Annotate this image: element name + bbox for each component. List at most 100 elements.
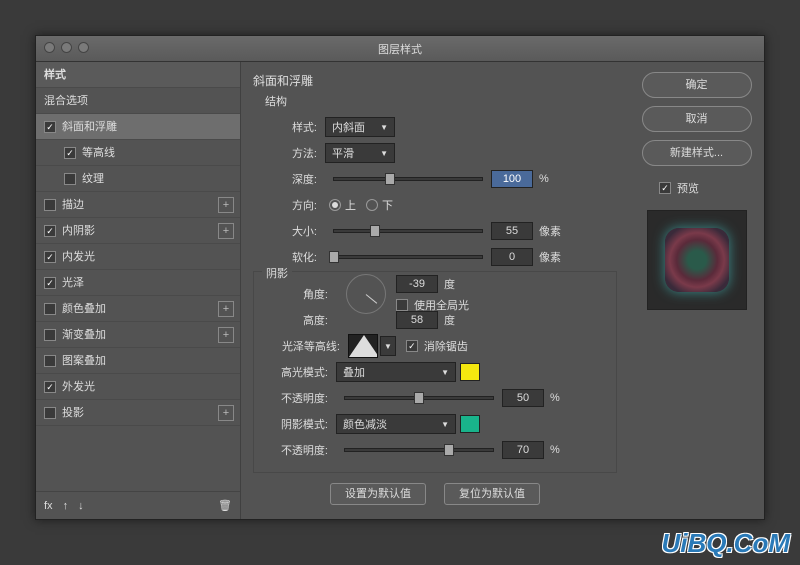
effect-label: 投影 — [62, 400, 84, 426]
size-label: 大小: — [253, 223, 317, 239]
effect-item[interactable]: 描边 + — [36, 192, 240, 218]
right-panel: 确定 取消 新建样式... 预览 — [629, 62, 764, 519]
watermark: UiBQ.CoM — [661, 528, 790, 559]
effect-item[interactable]: 图案叠加 — [36, 348, 240, 374]
effect-checkbox[interactable] — [64, 147, 76, 159]
depth-input[interactable]: 100 — [491, 170, 533, 188]
effect-checkbox[interactable] — [44, 329, 56, 341]
add-effect-icon[interactable]: + — [218, 197, 234, 213]
size-slider[interactable] — [333, 229, 483, 233]
shadow-color-swatch[interactable] — [460, 415, 480, 433]
effect-item[interactable]: 内发光 — [36, 244, 240, 270]
soften-input[interactable]: 0 — [491, 248, 533, 266]
direction-up-radio[interactable] — [329, 199, 341, 211]
effect-checkbox[interactable] — [44, 199, 56, 211]
altitude-label: 高度: — [264, 312, 328, 328]
highlight-mode-select[interactable]: 叠加▼ — [336, 362, 456, 382]
chevron-down-icon: ▼ — [380, 123, 388, 132]
structure-title: 结构 — [265, 93, 617, 109]
highlight-mode-label: 高光模式: — [264, 364, 328, 380]
effect-item[interactable]: 颜色叠加 + — [36, 296, 240, 322]
dialog-title: 图层样式 — [378, 44, 422, 56]
highlight-color-swatch[interactable] — [460, 363, 480, 381]
styles-header[interactable]: 样式 — [36, 62, 240, 88]
add-effect-icon[interactable]: + — [218, 223, 234, 239]
effect-item[interactable]: 内阴影+ — [36, 218, 240, 244]
size-input[interactable]: 55 — [491, 222, 533, 240]
effect-label: 外发光 — [62, 374, 95, 400]
effect-label: 渐变叠加 — [62, 322, 106, 348]
arrow-up-icon[interactable]: ↑ — [63, 500, 69, 512]
global-light-checkbox[interactable] — [396, 299, 408, 311]
angle-input[interactable]: -39 — [396, 275, 438, 293]
add-effect-icon[interactable]: + — [218, 301, 234, 317]
effect-item[interactable]: 投影 + — [36, 400, 240, 426]
trash-icon[interactable]: 🗑 — [218, 499, 232, 512]
effect-checkbox[interactable] — [44, 251, 56, 263]
effect-label: 斜面和浮雕 — [62, 114, 117, 140]
highlight-opacity-slider[interactable] — [344, 396, 494, 400]
soften-unit: 像素 — [539, 249, 561, 265]
shading-title: 阴影 — [262, 265, 292, 281]
chevron-down-icon: ▼ — [384, 342, 392, 351]
effect-item[interactable]: 纹理 — [36, 166, 240, 192]
new-style-button[interactable]: 新建样式... — [642, 140, 752, 166]
effect-label: 纹理 — [82, 166, 104, 192]
sidebar-footer: fx ↑ ↓ 🗑 — [36, 491, 240, 519]
effect-checkbox[interactable] — [44, 225, 56, 237]
shadow-opacity-slider[interactable] — [344, 448, 494, 452]
altitude-input[interactable]: 58 — [396, 311, 438, 329]
section-heading: 斜面和浮雕 — [253, 72, 617, 89]
effect-label: 内发光 — [62, 244, 95, 270]
effect-item[interactable]: 外发光 — [36, 374, 240, 400]
highlight-opacity-input[interactable]: 50 — [502, 389, 544, 407]
effect-checkbox[interactable] — [44, 407, 56, 419]
add-effect-icon[interactable]: + — [218, 405, 234, 421]
direction-down-radio[interactable] — [366, 199, 378, 211]
contour-picker[interactable] — [348, 334, 378, 358]
preview-checkbox[interactable] — [659, 182, 671, 194]
make-default-button[interactable]: 设置为默认值 — [330, 483, 426, 505]
contour-dropdown[interactable]: ▼ — [380, 336, 396, 356]
effect-checkbox[interactable] — [64, 173, 76, 185]
shadow-opacity-input[interactable]: 70 — [502, 441, 544, 459]
effect-checkbox[interactable] — [44, 277, 56, 289]
effect-item[interactable]: 斜面和浮雕 — [36, 114, 240, 140]
effect-checkbox[interactable] — [44, 121, 56, 133]
shadow-mode-select[interactable]: 颜色减淡▼ — [336, 414, 456, 434]
cancel-button[interactable]: 取消 — [642, 106, 752, 132]
effects-sidebar: 样式混合选项斜面和浮雕等高线纹理描边+内阴影+内发光光泽颜色叠加+渐变叠加+图案… — [36, 62, 241, 519]
depth-slider[interactable] — [333, 177, 483, 181]
ok-button[interactable]: 确定 — [642, 72, 752, 98]
angle-dial[interactable] — [346, 274, 386, 314]
soften-slider[interactable] — [333, 255, 483, 259]
soften-label: 软化: — [253, 249, 317, 265]
main-panel: 斜面和浮雕 结构 样式: 内斜面▼ 方法: 平滑▼ 深度: 100 % 方向: … — [241, 62, 629, 519]
window-controls[interactable] — [44, 42, 89, 53]
effect-item[interactable]: 等高线 — [36, 140, 240, 166]
shadow-opacity-label: 不透明度: — [264, 442, 328, 458]
style-label: 样式: — [253, 119, 317, 135]
effect-checkbox[interactable] — [44, 303, 56, 315]
effect-checkbox[interactable] — [44, 381, 56, 393]
fx-label[interactable]: fx — [44, 500, 53, 512]
titlebar[interactable]: 图层样式 — [36, 36, 764, 62]
arrow-down-icon[interactable]: ↓ — [78, 500, 84, 512]
direction-label: 方向: — [253, 197, 317, 213]
method-select[interactable]: 平滑▼ — [325, 143, 395, 163]
angle-label: 角度: — [264, 286, 328, 302]
effect-label: 颜色叠加 — [62, 296, 106, 322]
antialias-checkbox[interactable] — [406, 340, 418, 352]
add-effect-icon[interactable]: + — [218, 327, 234, 343]
style-select[interactable]: 内斜面▼ — [325, 117, 395, 137]
effect-item[interactable]: 渐变叠加 + — [36, 322, 240, 348]
effect-checkbox[interactable] — [44, 355, 56, 367]
blend-options[interactable]: 混合选项 — [36, 88, 240, 114]
highlight-opacity-label: 不透明度: — [264, 390, 328, 406]
effect-label: 描边 — [62, 192, 84, 218]
chevron-down-icon: ▼ — [441, 368, 449, 377]
contour-label: 光泽等高线: — [264, 338, 340, 354]
reset-default-button[interactable]: 复位为默认值 — [444, 483, 540, 505]
effect-item[interactable]: 光泽 — [36, 270, 240, 296]
layer-style-dialog: 图层样式 样式混合选项斜面和浮雕等高线纹理描边+内阴影+内发光光泽颜色叠加+渐变… — [35, 35, 765, 520]
